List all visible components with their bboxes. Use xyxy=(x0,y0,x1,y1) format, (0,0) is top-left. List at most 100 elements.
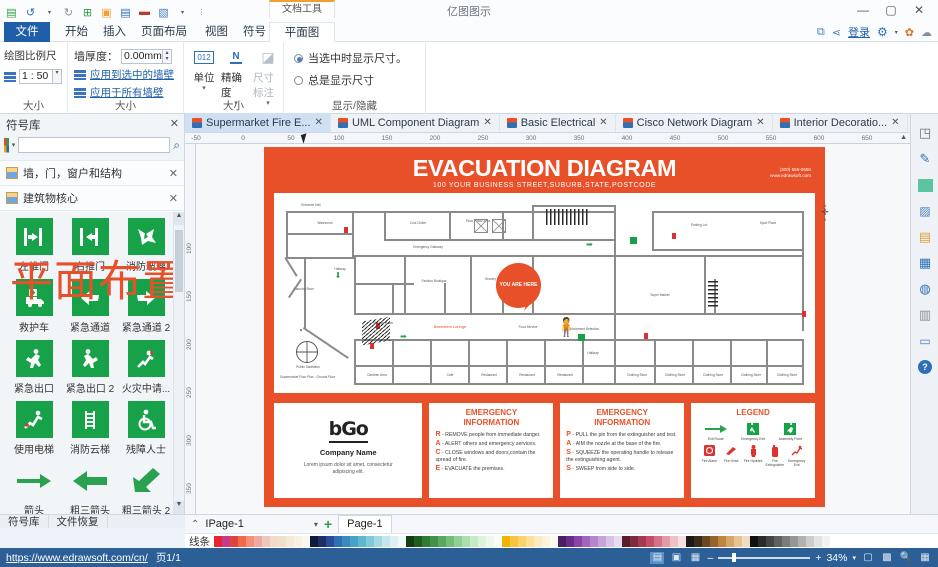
palette-swatch[interactable] xyxy=(582,536,590,547)
palette-swatch[interactable] xyxy=(558,536,566,547)
cloud-icon[interactable]: ☁ xyxy=(921,26,932,39)
palette-swatch[interactable] xyxy=(750,536,758,547)
scale-value[interactable]: 1 : 50 xyxy=(19,69,53,84)
palette-swatch[interactable] xyxy=(766,536,774,547)
palette-swatch[interactable] xyxy=(734,536,742,547)
palette-swatch[interactable] xyxy=(446,536,454,547)
fit-width-icon[interactable]: ▩ xyxy=(880,552,894,564)
palette-swatch[interactable] xyxy=(294,536,302,547)
palette-swatch[interactable] xyxy=(798,536,806,547)
palette-swatch[interactable] xyxy=(366,536,374,547)
settings-dropdown-icon[interactable]: ▾ xyxy=(895,29,898,36)
scale-dropdown-icon[interactable]: ▾ xyxy=(53,69,62,84)
view-fullscreen-icon[interactable]: ▦ xyxy=(688,552,702,564)
symbol-panel-scrollbar[interactable]: ▲ ▼ xyxy=(173,212,184,514)
symbol-arrow-downleft-thick[interactable]: 粗三箭头 2 xyxy=(118,462,174,514)
doc-tab-close-icon[interactable]: ✕ xyxy=(315,117,323,128)
palette-swatch[interactable] xyxy=(438,536,446,547)
show-when-selected-radio[interactable] xyxy=(294,54,303,63)
always-show-radio-row[interactable]: 总是显示尺寸 xyxy=(294,72,425,88)
extensions-icon[interactable]: ✿ xyxy=(905,26,914,39)
palette-swatch[interactable] xyxy=(622,536,630,547)
help-icon[interactable]: ? xyxy=(911,354,938,380)
library-item-building-core[interactable]: 建筑物核心 ✕ xyxy=(0,185,184,210)
palette-swatch[interactable] xyxy=(822,536,830,547)
zoom-dropdown-icon[interactable]: ▾ xyxy=(852,554,856,562)
apply-to-selected-walls-link[interactable]: 应用到选中的墙壁 xyxy=(90,67,174,82)
library-chooser-icon[interactable] xyxy=(4,138,9,153)
fit-page-icon[interactable]: ▢ xyxy=(861,552,875,564)
palette-swatch[interactable] xyxy=(686,536,694,547)
symbol-break-glass[interactable]: 消防玻璃 xyxy=(118,218,174,273)
palette-swatch[interactable] xyxy=(662,536,670,547)
library-close-icon[interactable]: ✕ xyxy=(169,167,178,180)
palette-swatch[interactable] xyxy=(502,536,510,547)
palette-swatch[interactable] xyxy=(774,536,782,547)
palette-swatch[interactable] xyxy=(270,536,278,547)
palette-swatch[interactable] xyxy=(262,536,270,547)
comment-icon[interactable]: ▭ xyxy=(911,328,938,354)
close-button[interactable]: ✕ xyxy=(906,1,932,19)
palette-swatch[interactable] xyxy=(422,536,430,547)
doc-tab-close-icon[interactable]: ✕ xyxy=(599,117,607,128)
palette-swatch[interactable] xyxy=(310,536,318,547)
symbol-door-left[interactable]: 左推门 xyxy=(6,218,62,273)
palette-swatch[interactable] xyxy=(374,536,382,547)
palette-swatch[interactable] xyxy=(510,536,518,547)
palette-swatch[interactable] xyxy=(414,536,422,547)
tab-symbol-library[interactable]: 符号库 xyxy=(0,515,49,528)
palette-swatch[interactable] xyxy=(518,536,526,547)
palette-swatch[interactable] xyxy=(694,536,702,547)
palette-swatch[interactable] xyxy=(550,536,558,547)
palette-swatch[interactable] xyxy=(670,536,678,547)
doc-tab-close-icon[interactable]: ✕ xyxy=(756,117,764,128)
symbol-ambulance[interactable]: 救护车 xyxy=(6,279,62,334)
drawing-canvas[interactable]: EVACUATION DIAGRAM 100 YOUR BUSINESS STR… xyxy=(196,144,910,514)
library-chooser-caret-icon[interactable]: ▾ xyxy=(12,141,16,149)
share-icon[interactable]: ⋖ xyxy=(832,26,841,39)
zoom-slider-knob[interactable] xyxy=(732,553,736,562)
tab-file-recovery[interactable]: 文件恢复 xyxy=(49,515,108,528)
palette-swatch[interactable] xyxy=(790,536,798,547)
palette-swatch[interactable] xyxy=(214,536,222,547)
palette-swatch[interactable] xyxy=(302,536,310,547)
doc-tab-basic-electrical[interactable]: Basic Electrical ✕ xyxy=(500,113,616,132)
palette-swatch[interactable] xyxy=(246,536,254,547)
search-icon[interactable]: ⌕ xyxy=(173,138,180,153)
race-box[interactable]: EMERGENCY INFORMATION R - REMOVE people … xyxy=(429,403,553,498)
zoom-in-button[interactable]: + xyxy=(815,552,821,564)
library-item-walls[interactable]: 墙，门，窗户和结构 ✕ xyxy=(0,160,184,185)
doc-tab-supermarket-fire[interactable]: Supermarket Fire E... ✕ xyxy=(185,113,331,132)
wall-thickness-input[interactable]: 0.00mm xyxy=(121,49,163,64)
sign-in-link[interactable]: 登录 xyxy=(848,24,870,40)
symbol-emergency-exit[interactable]: 紧急出口 xyxy=(6,340,62,395)
ruler-unit-dropdown-icon[interactable]: ▲ xyxy=(900,134,907,141)
fill-color-icon[interactable] xyxy=(911,172,938,198)
minimize-button[interactable]: — xyxy=(850,1,876,19)
palette-swatch[interactable] xyxy=(678,536,686,547)
palette-swatch[interactable] xyxy=(454,536,462,547)
palette-swatch[interactable] xyxy=(718,536,726,547)
zoom-out-button[interactable]: – xyxy=(707,552,713,564)
symbol-search-input[interactable] xyxy=(18,137,170,153)
palette-swatch[interactable] xyxy=(278,536,286,547)
palette-swatch[interactable] xyxy=(646,536,654,547)
symbol-emergency-route-left[interactable]: 紧急通道 xyxy=(62,279,118,334)
palette-swatch[interactable] xyxy=(614,536,622,547)
scroll-up-icon[interactable]: ▲ xyxy=(174,212,184,225)
palette-swatch[interactable] xyxy=(598,536,606,547)
doc-tab-cisco-network[interactable]: Cisco Network Diagram ✕ xyxy=(616,113,773,132)
scrollbar-thumb[interactable] xyxy=(175,230,183,292)
palette-swatch[interactable] xyxy=(286,536,294,547)
palette-swatch[interactable] xyxy=(566,536,574,547)
document-icon[interactable]: ▦ xyxy=(911,250,938,276)
symbol-library-close-icon[interactable]: ✕ xyxy=(170,117,179,130)
add-page-button[interactable]: + xyxy=(324,516,332,532)
palette-swatch[interactable] xyxy=(702,536,710,547)
palette-swatch[interactable] xyxy=(334,536,342,547)
palette-swatch[interactable] xyxy=(534,536,542,547)
pass-box[interactable]: EMERGENCY INFORMATION P - PULL the pin f… xyxy=(560,403,684,498)
palette-swatch[interactable] xyxy=(326,536,334,547)
ribbon-tab-view[interactable]: 视图 xyxy=(196,22,237,42)
palette-swatch[interactable] xyxy=(486,536,494,547)
